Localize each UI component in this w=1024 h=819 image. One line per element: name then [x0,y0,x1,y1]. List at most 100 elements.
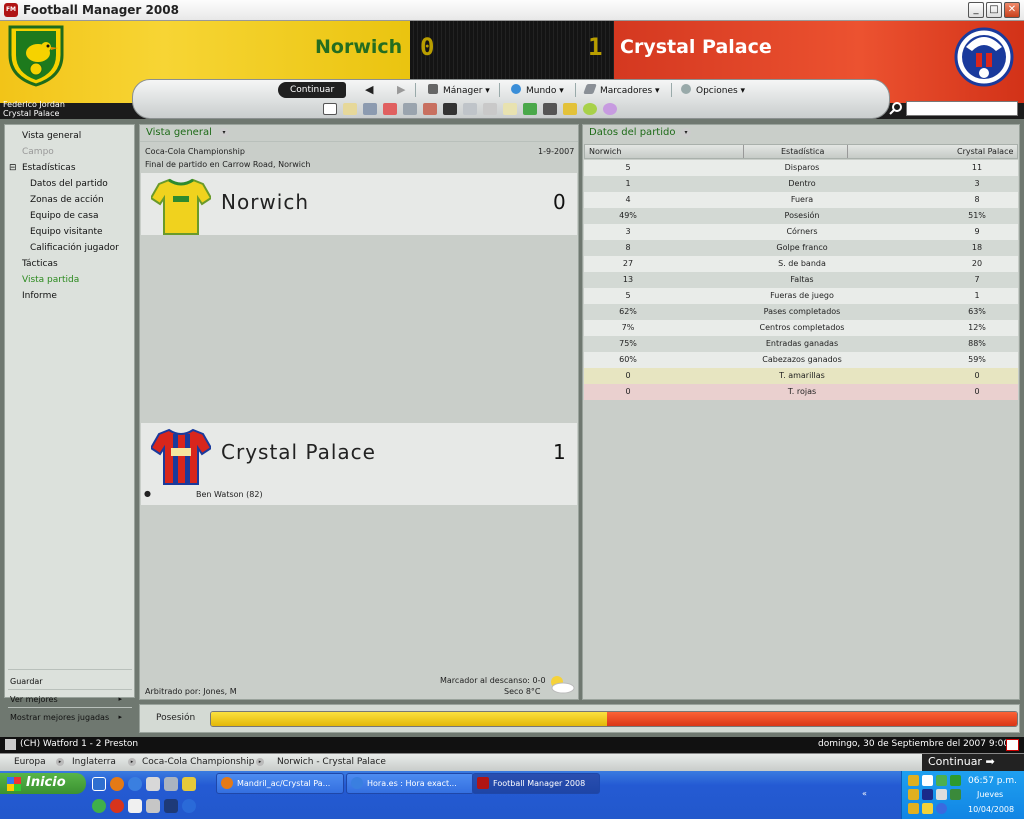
maximize-button[interactable]: □ [986,2,1002,18]
breadcrumb-inglaterra[interactable]: Inglaterra [72,757,116,767]
clubs-icon[interactable] [563,103,577,115]
continue-button[interactable]: Continuar [278,82,347,98]
sidebar-bottom-actions: Guardar Ver mejores ▸ Mostrar mejores jug… [6,669,134,729]
desktop-icon[interactable] [92,777,106,791]
whistle-icon[interactable] [483,103,497,115]
chevron-down-icon[interactable]: ▾ [219,128,229,137]
network-3-icon[interactable] [908,803,919,814]
show-best-plays-label: Mostrar mejores jugadas [10,713,110,722]
messenger-icon[interactable] [92,799,106,813]
chevron-down-icon[interactable]: ▾ [681,128,691,137]
away-team-score: 1 [553,440,566,464]
sidebar-item-vista-partida[interactable]: Vista partida [22,275,79,285]
ticker-text[interactable]: (CH) Watford 1 - 2 Preston [20,739,138,749]
download-icon[interactable] [182,799,196,813]
question-icon[interactable] [603,103,617,115]
boot-icon[interactable] [423,103,437,115]
calendar-icon[interactable] [383,103,397,115]
stats-row: 60% Cabezazos ganados 59% [584,352,1018,368]
notepad-icon[interactable] [164,777,178,791]
search-icon[interactable] [889,101,903,115]
continue-bottom-button[interactable]: Continuar ➡ [922,754,1024,772]
sidebar-item-vista-general[interactable]: Vista general [22,131,81,141]
pitch-icon[interactable] [523,103,537,115]
ie-icon[interactable] [128,777,142,791]
lightning-icon[interactable] [922,803,933,814]
save-button[interactable]: Guardar [10,677,43,686]
clock-icon[interactable] [936,803,947,814]
sidebar-item-estadisticas[interactable]: Estadísticas [22,163,76,173]
sidebar-item-calificacion[interactable]: Calificación jugador [30,243,119,253]
view-best-button[interactable]: Ver mejores ▸ [10,695,130,704]
help-icon[interactable] [583,103,597,115]
column-header-away[interactable]: Crystal Palace [957,147,1013,156]
clock-time[interactable]: 06:57 p.m. [968,776,1017,786]
divider [8,707,132,708]
updates-icon[interactable] [922,775,933,786]
forward-arrow-icon[interactable]: ▶ [397,83,405,96]
home-icon[interactable] [323,103,337,115]
stat-away-value: 0 [974,387,980,396]
stat-home-value: 0 [625,371,631,380]
norwich-crest-icon[interactable] [6,25,66,87]
start-button[interactable]: Inicio [0,773,86,794]
minimize-button[interactable]: _ [968,2,984,18]
breadcrumb-arrow-icon[interactable]: ▸ [256,758,264,766]
arrow-right-icon: ▸ [118,695,122,703]
sidebar-item-informe[interactable]: Informe [22,291,57,301]
tool-icon[interactable] [146,799,160,813]
firefox-icon[interactable] [110,777,124,791]
back-arrow-icon[interactable]: ◀ [365,83,373,96]
antivirus-icon[interactable] [950,775,961,786]
clock-day: Jueves [977,790,1004,799]
sidebar-item-tacticas[interactable]: Tácticas [22,259,58,269]
tray-expand-icon[interactable]: « [862,789,867,798]
menu-manager[interactable]: Mánager ▾ [428,84,490,96]
breadcrumb-arrow-icon[interactable]: ▸ [128,758,136,766]
breadcrumb-match[interactable]: Norwich - Crystal Palace [277,757,386,767]
binoculars-icon[interactable] [543,103,557,115]
menu-marcadores[interactable]: Marcadores ▾ [583,84,660,96]
crystal-palace-crest-icon[interactable] [952,23,1016,89]
task-firefox[interactable]: Mandril_ac/Crystal Pa... [216,773,344,794]
ticker-icon[interactable] [5,739,16,750]
sidebar-item-equipo-casa[interactable]: Equipo de casa [30,211,98,221]
column-header-stat[interactable]: Estadística [781,147,824,156]
notes-icon[interactable] [503,103,517,115]
photoshop-icon[interactable] [164,799,178,813]
media-icon[interactable] [146,777,160,791]
close-button[interactable]: ✕ [1004,2,1020,18]
task-football-manager[interactable]: Football Manager 2008 [472,773,600,794]
volume-icon[interactable] [936,789,947,800]
menu-mundo[interactable]: Mundo ▾ [511,84,564,96]
people-icon[interactable] [403,103,417,115]
network-2-icon[interactable] [908,789,919,800]
ball-icon[interactable] [343,103,357,115]
sidebar-item-datos-partido[interactable]: Datos del partido [30,179,108,189]
show-best-plays-button[interactable]: Mostrar mejores jugadas ▸ [10,713,130,722]
sidebar-item-equipo-visitante[interactable]: Equipo visitante [30,227,103,237]
display-icon[interactable] [922,789,933,800]
folder-icon[interactable] [182,777,196,791]
stats-row: 0 T. rojas 0 [584,384,1018,400]
trophy-icon[interactable] [463,103,477,115]
board-icon[interactable] [443,103,457,115]
breadcrumb-arrow-icon[interactable]: ▸ [56,758,64,766]
opera-icon[interactable] [110,799,124,813]
task-hora[interactable]: Hora.es : Hora exact... [346,773,474,794]
messenger-tray-icon[interactable] [936,775,947,786]
collapse-icon[interactable]: ⊟ [9,163,17,173]
stat-label: Fuera [790,195,814,204]
security-icon[interactable] [950,789,961,800]
search-input[interactable] [906,101,1018,116]
network-icon[interactable] [908,775,919,786]
news-icon[interactable] [363,103,377,115]
word-icon[interactable] [128,799,142,813]
breadcrumb-competition[interactable]: Coca-Cola Championship [142,757,254,767]
breadcrumb-europa[interactable]: Europa [14,757,46,767]
column-header-home[interactable]: Norwich [589,147,621,156]
ticker-toggle-icon[interactable] [1006,739,1019,751]
menu-opciones[interactable]: Opciones ▾ [681,84,745,96]
sidebar-item-zonas-accion[interactable]: Zonas de acción [30,195,104,205]
view-best-label: Ver mejores [10,695,58,704]
